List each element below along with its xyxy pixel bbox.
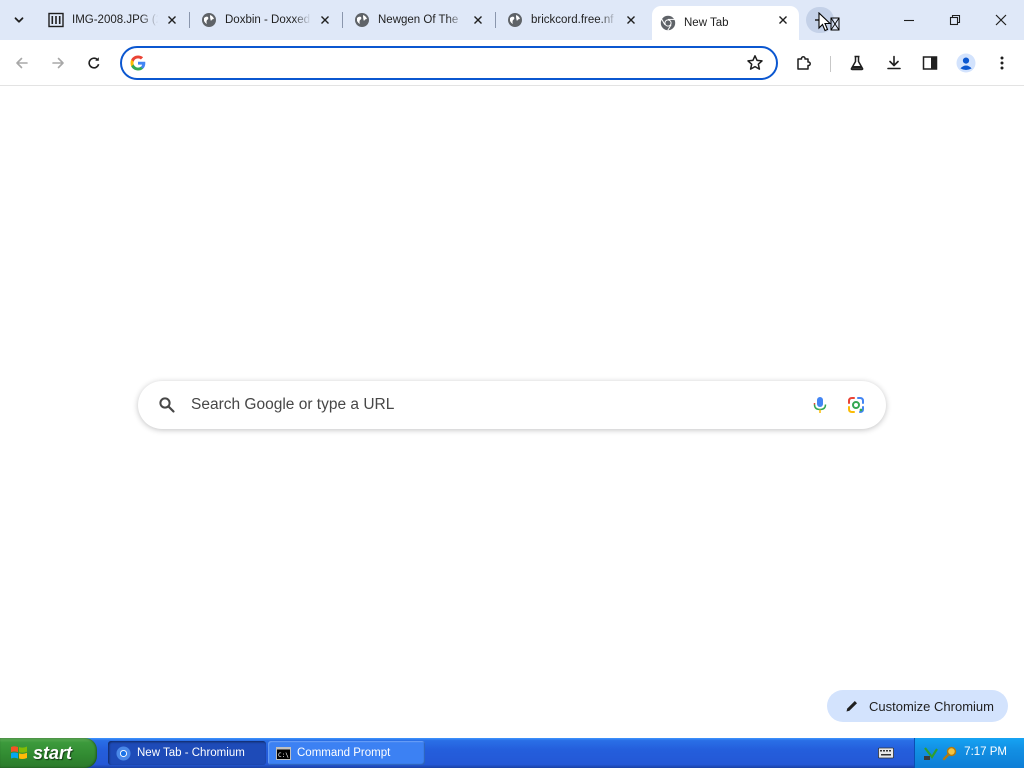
customize-label: Customize Chromium: [869, 698, 994, 714]
forward-button[interactable]: [44, 49, 72, 77]
avatar-icon: [956, 53, 976, 73]
close-tab-icon[interactable]: [623, 12, 639, 28]
microphone-icon[interactable]: [810, 395, 830, 415]
tab-doxbin[interactable]: Doxbin - Doxxed: [193, 6, 341, 34]
customize-chromium-button[interactable]: Customize Chromium: [827, 690, 1008, 722]
close-tab-icon[interactable]: [470, 12, 486, 28]
search-placeholder: Search Google or type a URL: [191, 396, 395, 413]
taskbar-item-label: New Tab - Chromium: [137, 747, 245, 759]
minimize-button[interactable]: [886, 0, 932, 40]
globe-icon: [507, 12, 523, 28]
tab-separator: [342, 12, 343, 28]
chromium-icon: [660, 15, 676, 31]
tab-newgen[interactable]: Newgen Of The: [346, 6, 494, 34]
pencil-icon: [846, 701, 857, 712]
tab-brickcord[interactable]: brickcord.free.nf: [499, 6, 647, 34]
close-icon: [995, 14, 1007, 26]
profile-button[interactable]: [952, 49, 980, 77]
menu-button[interactable]: [988, 49, 1016, 77]
system-tray: 7:17 PM: [914, 738, 1024, 768]
side-panel-icon: [922, 56, 938, 70]
reload-button[interactable]: [80, 49, 108, 77]
tab-strip: IMG-2008.JPG (2 Doxbin - Doxxed Newgen O…: [0, 0, 1024, 40]
taskbar-item-chromium[interactable]: New Tab - Chromium: [108, 741, 266, 765]
network-icon[interactable]: [923, 745, 939, 761]
svg-text:C:\: C:\: [278, 752, 289, 759]
tab-separator: [495, 12, 496, 28]
tab-title: IMG-2008.JPG (2: [72, 14, 158, 26]
chromium-icon: [116, 745, 131, 761]
address-bar[interactable]: [120, 46, 778, 80]
close-tab-icon[interactable]: [164, 12, 180, 28]
taskbar-item-command-prompt[interactable]: C:\ Command Prompt: [268, 741, 425, 765]
taskbar-item-label: Command Prompt: [297, 747, 391, 759]
minimize-icon: [904, 19, 914, 22]
clock: 7:17 PM: [964, 746, 1007, 758]
keyboard-icon[interactable]: [878, 747, 894, 759]
puzzle-piece-icon: [797, 56, 811, 70]
side-panel-button[interactable]: [916, 49, 944, 77]
address-input[interactable]: [156, 52, 736, 74]
tab-title: Doxbin - Doxxed: [225, 14, 311, 26]
reload-icon: [88, 57, 100, 69]
toolbar-divider: [830, 56, 831, 72]
bookmark-star-icon[interactable]: [746, 54, 764, 72]
restore-button[interactable]: [932, 0, 978, 40]
globe-icon: [354, 12, 370, 28]
arrow-left-icon: [16, 57, 28, 69]
close-tab-icon[interactable]: [317, 12, 333, 28]
tab-img-2008[interactable]: IMG-2008.JPG (2: [40, 6, 188, 34]
start-label: start: [33, 742, 73, 763]
browser-toolbar: [0, 40, 1024, 86]
labs-button[interactable]: [843, 49, 871, 77]
extensions-button[interactable]: [790, 49, 818, 77]
cmd-icon: C:\: [276, 746, 291, 760]
downloads-button[interactable]: [880, 49, 908, 77]
tab-title: New Tab: [684, 17, 729, 29]
tab-title: brickcord.free.nf: [531, 14, 614, 26]
tab-search-button[interactable]: [6, 7, 32, 33]
search-icon: [159, 397, 175, 413]
start-button[interactable]: start: [0, 738, 97, 768]
windows-logo-icon: [11, 746, 27, 760]
chevron-down-icon: [14, 17, 24, 23]
google-lens-icon[interactable]: [846, 395, 866, 415]
flask-icon: [850, 55, 864, 71]
close-tab-icon[interactable]: [775, 12, 791, 28]
back-button[interactable]: [8, 49, 36, 77]
kebab-menu-icon: [1000, 56, 1004, 70]
search-tray-icon[interactable]: [942, 745, 958, 761]
download-icon: [887, 55, 901, 70]
mouse-cursor-icon: [818, 12, 840, 32]
windows-taskbar: start New Tab - Chromium C:\ Command Pro…: [0, 738, 1024, 768]
globe-icon: [201, 12, 217, 28]
tab-new-tab[interactable]: New Tab: [652, 6, 799, 40]
google-logo-icon: [130, 55, 146, 71]
tab-title: Newgen Of The: [378, 14, 459, 26]
ntp-search-box[interactable]: Search Google or type a URL: [138, 381, 886, 429]
restore-icon: [949, 14, 961, 26]
arrow-right-icon: [52, 57, 64, 69]
tab-separator: [189, 12, 190, 28]
close-window-button[interactable]: [978, 0, 1024, 40]
image-favicon-icon: [48, 12, 64, 28]
